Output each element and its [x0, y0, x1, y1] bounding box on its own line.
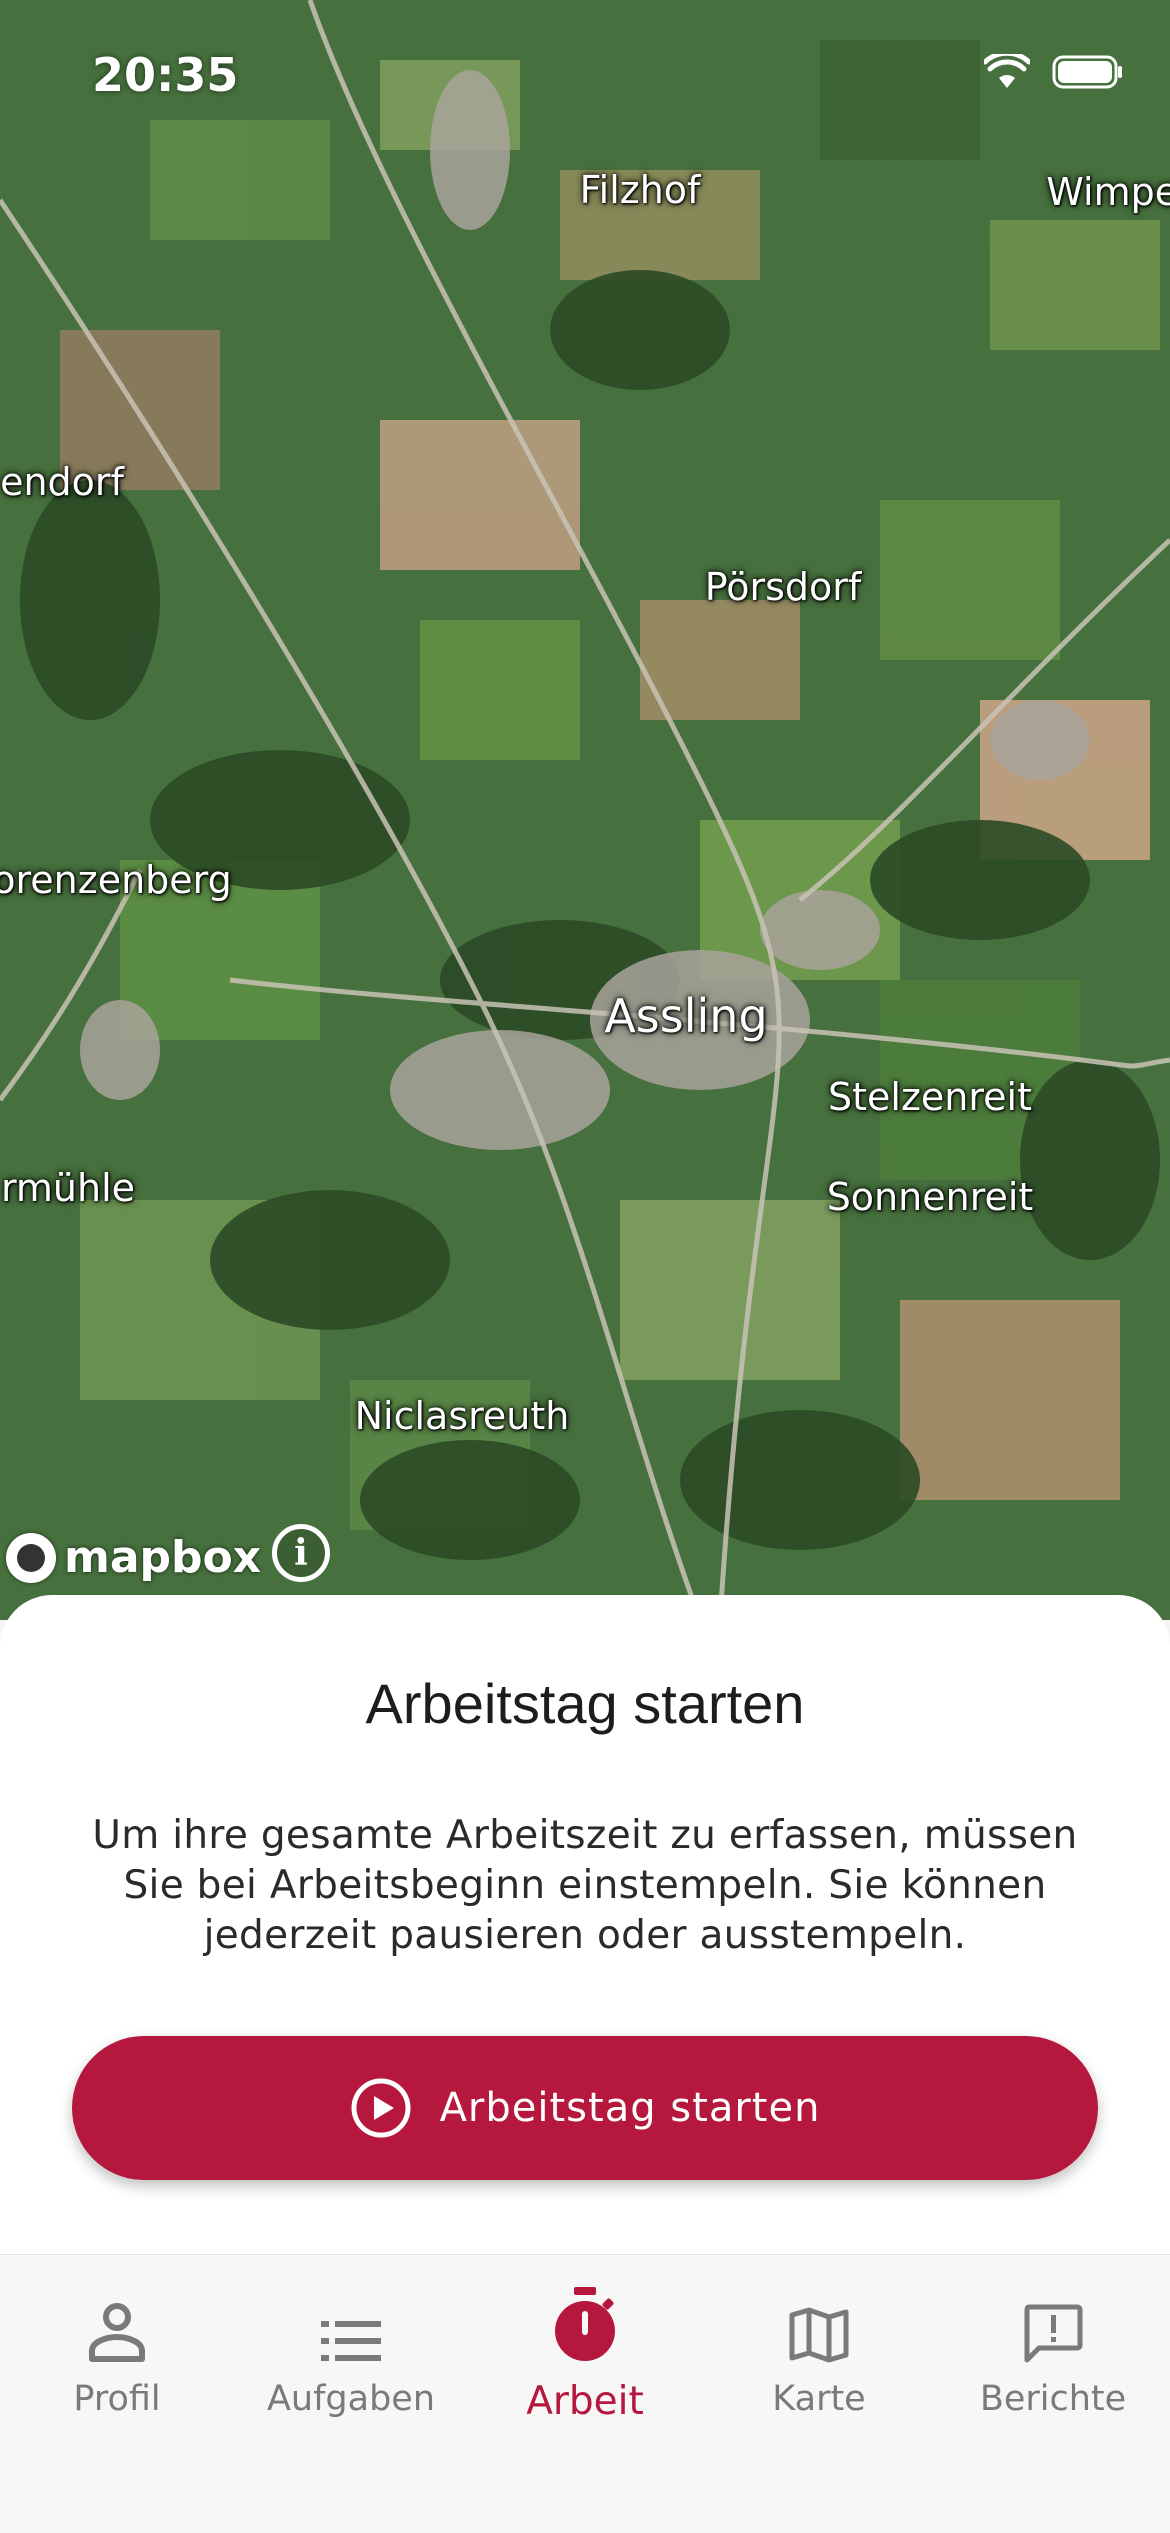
start-workday-sheet: Arbeitstag starten Um ihre gesamte Arbei…: [0, 1595, 1170, 2255]
place-label: Stelzenreit: [828, 1075, 1032, 1119]
place-label: Sonnenreit: [826, 1175, 1034, 1219]
tab-berichte[interactable]: Berichte: [936, 2285, 1170, 2445]
tab-label: Berichte: [979, 2379, 1127, 2419]
status-icons: [984, 54, 1124, 90]
stopwatch-icon: [555, 2287, 615, 2361]
tab-karte[interactable]: Karte: [702, 2285, 936, 2445]
tab-profil[interactable]: Profil: [0, 2285, 234, 2445]
place-label: Assling: [604, 989, 768, 1043]
sheet-title: Arbeitstag starten: [365, 1672, 805, 1735]
map-view[interactable]: 20:35 Filzhof Wimper endorf Pörsdorf ore…: [0, 0, 1170, 1620]
start-workday-button[interactable]: Arbeitstag starten: [72, 2036, 1098, 2180]
satellite-terrain: [0, 0, 1170, 1620]
place-label: endorf: [0, 460, 124, 504]
tab-label: Aufgaben: [266, 2379, 436, 2419]
tab-bar: Profil Aufgaben Arbeit Karte Berichte: [0, 2254, 1170, 2533]
battery-icon: [1052, 55, 1122, 89]
tab-label: Profil: [73, 2379, 161, 2419]
status-time: 20:35: [92, 48, 239, 102]
place-label: Filzhof: [579, 168, 701, 212]
place-label: Niclasreuth: [354, 1394, 570, 1438]
mapbox-mark-icon: [6, 1532, 56, 1583]
tab-aufgaben[interactable]: Aufgaben: [234, 2285, 468, 2445]
place-label: Pörsdorf: [704, 565, 862, 609]
mapbox-logo: mapbox: [6, 1532, 261, 1583]
mapbox-wordmark: mapbox: [64, 1532, 262, 1583]
place-label: orenzenberg: [0, 858, 232, 902]
sheet-description: Um ihre gesamte Arbeitszeit zu erfassen,…: [92, 1813, 1078, 1958]
place-label: Wimper: [1046, 170, 1170, 214]
place-label: rmühle: [0, 1166, 136, 1210]
tab-label: Arbeit: [526, 2379, 644, 2424]
person-icon: [89, 2303, 145, 2362]
start-workday-button-label: Arbeitstag starten: [439, 2085, 821, 2131]
attribution-info-icon[interactable]: i: [272, 1524, 330, 1582]
tab-label: Karte: [772, 2379, 866, 2419]
wifi-icon: [984, 54, 1030, 88]
play-circle-icon: [351, 2078, 411, 2138]
tab-arbeit[interactable]: Arbeit: [468, 2285, 702, 2445]
map-icon: [789, 2307, 849, 2363]
list-icon: [321, 2321, 381, 2361]
report-icon: [1024, 2304, 1083, 2363]
